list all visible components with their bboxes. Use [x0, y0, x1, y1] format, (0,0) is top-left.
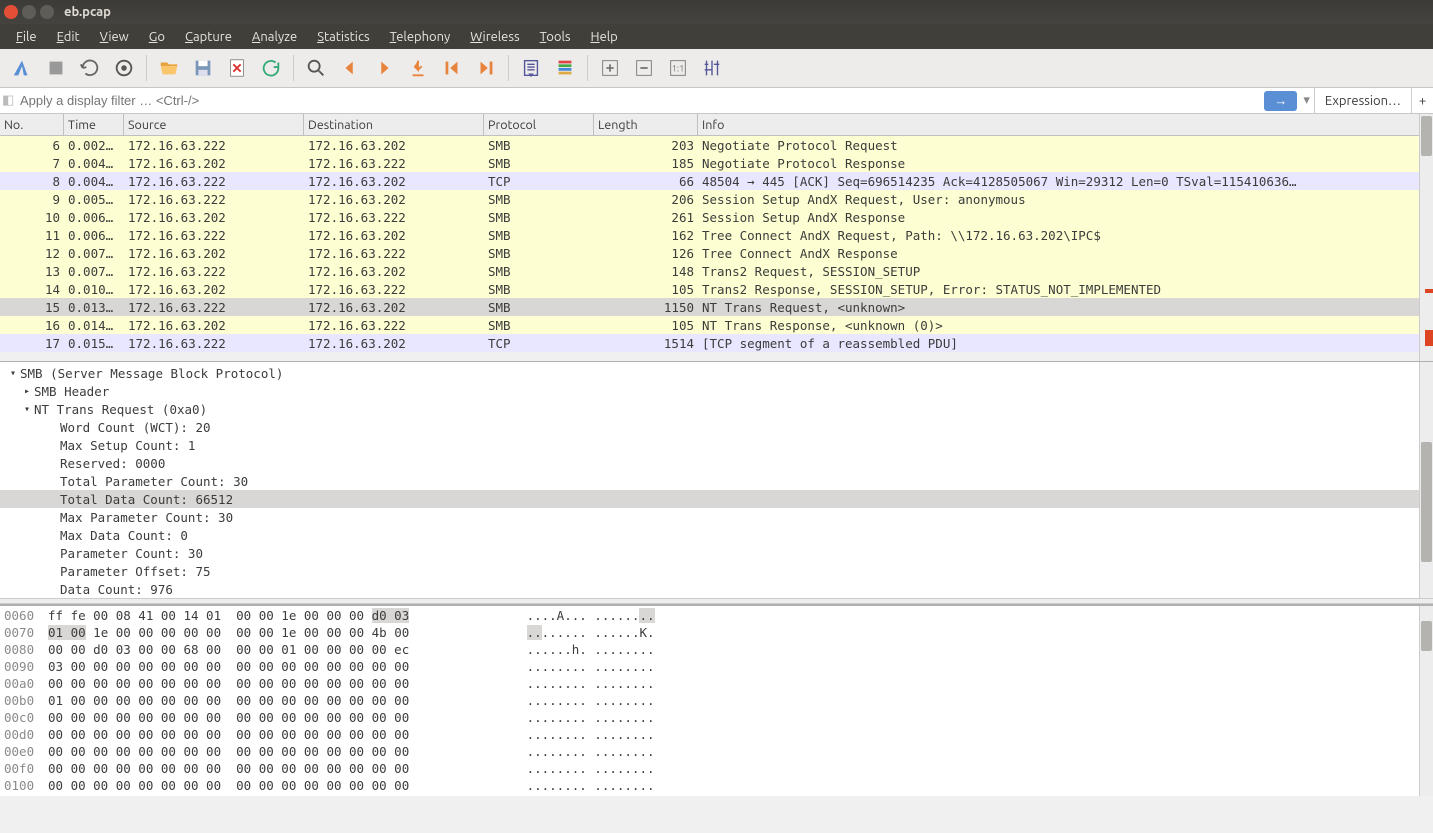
tree-node[interactable]: Total Data Count: 66512 — [0, 490, 1433, 508]
next-icon[interactable] — [368, 52, 400, 84]
menu-telephony[interactable]: Telephony — [380, 27, 461, 47]
packet-row[interactable]: 100.006…172.16.63.202172.16.63.222SMB261… — [0, 208, 1433, 226]
menu-statistics[interactable]: Statistics — [307, 27, 379, 47]
packet-row[interactable]: 120.007…172.16.63.202172.16.63.222SMB126… — [0, 244, 1433, 262]
stop-icon[interactable] — [40, 52, 72, 84]
open-icon[interactable] — [153, 52, 185, 84]
filter-add-button[interactable]: + — [1411, 88, 1433, 114]
tree-node[interactable]: Max Parameter Count: 30 — [0, 508, 1433, 526]
col-destination[interactable]: Destination — [304, 114, 484, 135]
display-filter-input[interactable] — [14, 90, 1264, 111]
hex-row[interactable]: 00d000 00 00 00 00 00 00 00 00 00 00 00 … — [4, 727, 1433, 744]
packet-list-scrollbar[interactable] — [1419, 114, 1433, 361]
main-toolbar: 1:1 — [0, 49, 1433, 88]
hex-row[interactable]: 0060ff fe 00 08 41 00 14 01 00 00 1e 00 … — [4, 608, 1433, 625]
hex-row[interactable]: 00b001 00 00 00 00 00 00 00 00 00 00 00 … — [4, 693, 1433, 710]
hex-row[interactable]: 00c000 00 00 00 00 00 00 00 00 00 00 00 … — [4, 710, 1433, 727]
packet-row[interactable]: 170.015…172.16.63.222172.16.63.202TCP151… — [0, 334, 1433, 352]
close-file-icon[interactable] — [221, 52, 253, 84]
colorize-icon[interactable] — [549, 52, 581, 84]
packet-list-pane: No. Time Source Destination Protocol Len… — [0, 114, 1433, 361]
hex-row[interactable]: 008000 00 d0 03 00 00 68 00 00 00 01 00 … — [4, 642, 1433, 659]
menu-analyze[interactable]: Analyze — [242, 27, 307, 47]
svg-text:1:1: 1:1 — [672, 63, 685, 74]
window-minimize-icon[interactable] — [22, 5, 36, 19]
shark-fin-icon[interactable] — [6, 52, 38, 84]
col-protocol[interactable]: Protocol — [484, 114, 594, 135]
menu-tools[interactable]: Tools — [530, 27, 581, 47]
packet-row[interactable]: 60.002…172.16.63.222172.16.63.202SMB203N… — [0, 136, 1433, 154]
packet-row[interactable]: 150.013…172.16.63.222172.16.63.202SMB115… — [0, 298, 1433, 316]
tree-node[interactable]: Word Count (WCT): 20 — [0, 418, 1433, 436]
display-filter-bar: ◧ → ▾ Expression… + — [0, 88, 1433, 114]
menu-file[interactable]: File — [6, 27, 47, 47]
window-close-icon[interactable] — [4, 5, 18, 19]
expand-icon[interactable]: ▾ — [22, 404, 32, 415]
menubar: FileEditViewGoCaptureAnalyzeStatisticsTe… — [0, 24, 1433, 49]
filter-dropdown-icon[interactable]: ▾ — [1299, 93, 1314, 108]
first-icon[interactable] — [436, 52, 468, 84]
autoscroll-icon[interactable] — [515, 52, 547, 84]
col-source[interactable]: Source — [124, 114, 304, 135]
tree-node[interactable]: Parameter Offset: 75 — [0, 562, 1433, 580]
find-icon[interactable] — [300, 52, 332, 84]
menu-edit[interactable]: Edit — [47, 27, 90, 47]
restart-icon[interactable] — [74, 52, 106, 84]
prev-icon[interactable] — [334, 52, 366, 84]
expression-button[interactable]: Expression… — [1314, 88, 1411, 114]
tree-node[interactable]: ▾SMB (Server Message Block Protocol) — [0, 364, 1433, 382]
tree-node[interactable]: Data Count: 976 — [0, 580, 1433, 598]
tree-node[interactable]: Reserved: 0000 — [0, 454, 1433, 472]
hex-row[interactable]: 010000 00 00 00 00 00 00 00 00 00 00 00 … — [4, 778, 1433, 795]
menu-wireless[interactable]: Wireless — [460, 27, 529, 47]
window-titlebar: eb.pcap — [0, 0, 1433, 24]
packet-row[interactable]: 80.004…172.16.63.222172.16.63.202TCP6648… — [0, 172, 1433, 190]
filter-apply-button[interactable]: → — [1264, 91, 1297, 111]
tree-node[interactable]: Max Setup Count: 1 — [0, 436, 1433, 454]
expand-icon[interactable]: ▾ — [8, 368, 18, 379]
hex-row[interactable]: 009003 00 00 00 00 00 00 00 00 00 00 00 … — [4, 659, 1433, 676]
menu-view[interactable]: View — [90, 27, 139, 47]
col-time[interactable]: Time — [64, 114, 124, 135]
expand-icon[interactable]: ▸ — [22, 386, 32, 397]
packet-row[interactable]: 90.005…172.16.63.222172.16.63.202SMB206S… — [0, 190, 1433, 208]
menu-capture[interactable]: Capture — [175, 27, 242, 47]
packet-details-pane: ▾SMB (Server Message Block Protocol)▸SMB… — [0, 361, 1433, 598]
jump-icon[interactable] — [402, 52, 434, 84]
tree-node[interactable]: Max Data Count: 0 — [0, 526, 1433, 544]
reload-icon[interactable] — [255, 52, 287, 84]
col-info[interactable]: Info — [698, 114, 1433, 135]
packet-list-header: No. Time Source Destination Protocol Len… — [0, 114, 1433, 136]
hex-row[interactable]: 007001 00 1e 00 00 00 00 00 00 00 1e 00 … — [4, 625, 1433, 642]
tree-node[interactable]: ▾NT Trans Request (0xa0) — [0, 400, 1433, 418]
zoom-out-icon[interactable] — [628, 52, 660, 84]
details-scrollbar[interactable] — [1419, 362, 1433, 598]
col-no[interactable]: No. — [0, 114, 64, 135]
packet-row[interactable]: 110.006…172.16.63.222172.16.63.202SMB162… — [0, 226, 1433, 244]
packet-row[interactable]: 140.010…172.16.63.202172.16.63.222SMB105… — [0, 280, 1433, 298]
zoom-in-icon[interactable] — [594, 52, 626, 84]
hex-row[interactable]: 00f000 00 00 00 00 00 00 00 00 00 00 00 … — [4, 761, 1433, 778]
zoom-reset-icon[interactable]: 1:1 — [662, 52, 694, 84]
last-icon[interactable] — [470, 52, 502, 84]
bytes-scrollbar[interactable] — [1419, 606, 1433, 796]
tree-node[interactable]: Parameter Count: 30 — [0, 544, 1433, 562]
options-icon[interactable] — [108, 52, 140, 84]
col-length[interactable]: Length — [594, 114, 698, 135]
window-maximize-icon[interactable] — [40, 5, 54, 19]
packet-row[interactable]: 160.014…172.16.63.202172.16.63.222SMB105… — [0, 316, 1433, 334]
window-title: eb.pcap — [64, 5, 111, 19]
packet-row[interactable]: 70.004…172.16.63.202172.16.63.222SMB185N… — [0, 154, 1433, 172]
hex-row[interactable]: 00e000 00 00 00 00 00 00 00 00 00 00 00 … — [4, 744, 1433, 761]
bookmark-icon[interactable]: ◧ — [0, 93, 14, 108]
save-icon[interactable] — [187, 52, 219, 84]
packet-row[interactable]: 130.007…172.16.63.222172.16.63.202SMB148… — [0, 262, 1433, 280]
tree-node[interactable]: Total Parameter Count: 30 — [0, 472, 1433, 490]
menu-help[interactable]: Help — [581, 27, 628, 47]
hex-row[interactable]: 00a000 00 00 00 00 00 00 00 00 00 00 00 … — [4, 676, 1433, 693]
packet-bytes-pane: 0060ff fe 00 08 41 00 14 01 00 00 1e 00 … — [0, 604, 1433, 796]
menu-go[interactable]: Go — [139, 27, 175, 47]
resize-columns-icon[interactable] — [696, 52, 728, 84]
tree-node[interactable]: ▸SMB Header — [0, 382, 1433, 400]
